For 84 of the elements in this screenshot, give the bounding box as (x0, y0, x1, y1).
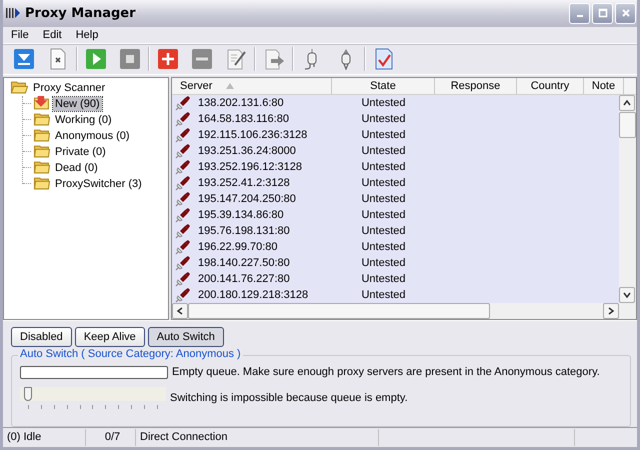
tree-item[interactable]: ProxySwitcher (3) (53, 176, 144, 191)
maximize-icon (598, 8, 608, 18)
folder-icon (33, 144, 51, 160)
tree-item[interactable]: Proxy Scanner (31, 80, 108, 95)
mode-button[interactable]: Disabled (11, 326, 72, 347)
queue-message: Empty queue. Make sure enough proxy servers are present in the Anonymous category. (172, 366, 600, 378)
tree-item[interactable]: Private (0) (53, 144, 108, 159)
column-header[interactable]: Note (584, 78, 624, 94)
folder-icon (33, 176, 51, 192)
plug-icon (175, 270, 191, 287)
mode-button[interactable]: Keep Alive (74, 326, 145, 347)
menu-item[interactable]: File (10, 28, 30, 41)
folder-icon (33, 112, 51, 128)
scroll-left-button[interactable] (172, 302, 188, 319)
group-title: Auto Switch ( Source Category: Anonymous ) (18, 348, 243, 360)
maximize-button[interactable] (592, 2, 613, 24)
minimize-button[interactable] (569, 2, 590, 24)
table-cell: 195.147.204.250:80 (198, 192, 296, 205)
table-cell: 193.252.41.2:3128 (198, 176, 290, 189)
table-cell: 200.141.76.227:80 (198, 272, 290, 285)
plug-icon (175, 190, 191, 207)
table-cell: Untested (361, 96, 406, 109)
minimize-icon (576, 15, 582, 18)
table-cell: Untested (361, 272, 406, 285)
plug-icon (175, 142, 191, 159)
table-cell: Untested (361, 208, 406, 221)
table-cell: Untested (361, 160, 406, 173)
plug-icon (175, 94, 191, 111)
table-cell: 193.252.196.12:3128 (198, 160, 302, 173)
table-cell: 138.202.131.6:80 (198, 96, 284, 109)
mode-button[interactable]: Auto Switch (148, 326, 224, 347)
table-cell: 200.180.129.218:3128 (198, 288, 308, 301)
column-header[interactable]: State (332, 78, 435, 94)
scrollbar-thumb[interactable] (188, 302, 490, 319)
folder-icon (33, 160, 51, 176)
table-cell: 193.251.36.24:8000 (198, 144, 296, 157)
sort-arrow-icon (226, 82, 234, 89)
table-cell: Untested (361, 112, 406, 125)
plug-icon (175, 206, 191, 223)
column-header[interactable]: Country (517, 78, 584, 94)
close-icon (620, 8, 630, 18)
plug-icon (175, 286, 191, 303)
plug-icon (175, 110, 191, 127)
slider-thumb[interactable] (24, 386, 32, 401)
scrollbar-thumb[interactable] (619, 112, 636, 138)
column-header[interactable]: Server (172, 78, 332, 94)
status-text: Direct Connection (136, 428, 379, 446)
table-cell: Untested (361, 224, 406, 237)
table-cell: 164.58.183.116:80 (198, 112, 289, 125)
folder-icon (33, 128, 51, 144)
plug-icon (175, 158, 191, 175)
status-text: 0/7 (86, 428, 136, 446)
table-cell: Untested (361, 288, 406, 301)
tree-item[interactable]: Anonymous (0) (53, 128, 132, 143)
column-header[interactable]: Response (435, 78, 517, 94)
menu-item[interactable]: Help (74, 28, 100, 41)
table-cell: Untested (361, 176, 406, 189)
switch-message: Switching is impossible because queue is empty. (170, 392, 408, 404)
table-cell: Untested (361, 192, 406, 205)
table-cell: Untested (361, 256, 406, 269)
table-cell: 198.140.227.50:80 (198, 256, 290, 269)
menu-item[interactable]: Edit (42, 28, 63, 41)
table-cell: Untested (361, 240, 406, 253)
table-cell: 192.115.106.236:3128 (198, 128, 308, 141)
table-cell: Untested (361, 128, 406, 141)
close-button[interactable] (615, 2, 636, 24)
plug-icon (175, 126, 191, 143)
scroll-up-button[interactable] (619, 94, 635, 111)
tree-item[interactable]: New (90) (53, 96, 102, 111)
status-text: (0) Idle (3, 428, 86, 446)
table-cell: 196.22.99.70:80 (198, 240, 278, 253)
plug-icon (175, 238, 191, 255)
plug-icon (175, 254, 191, 271)
tree-item[interactable]: Dead (0) (53, 160, 100, 175)
plug-icon (175, 174, 191, 191)
folder-arrow-icon (33, 96, 51, 112)
table-cell: 195.76.198.131:80 (198, 224, 290, 237)
table-cell: Untested (361, 144, 406, 157)
scroll-down-button[interactable] (619, 286, 635, 303)
tree-item[interactable]: Working (0) (53, 112, 114, 127)
table-cell: 195.39.134.86:80 (198, 208, 284, 221)
plug-icon (175, 222, 191, 239)
window-title: Proxy Manager (25, 6, 137, 21)
scroll-right-button[interactable] (603, 302, 619, 319)
